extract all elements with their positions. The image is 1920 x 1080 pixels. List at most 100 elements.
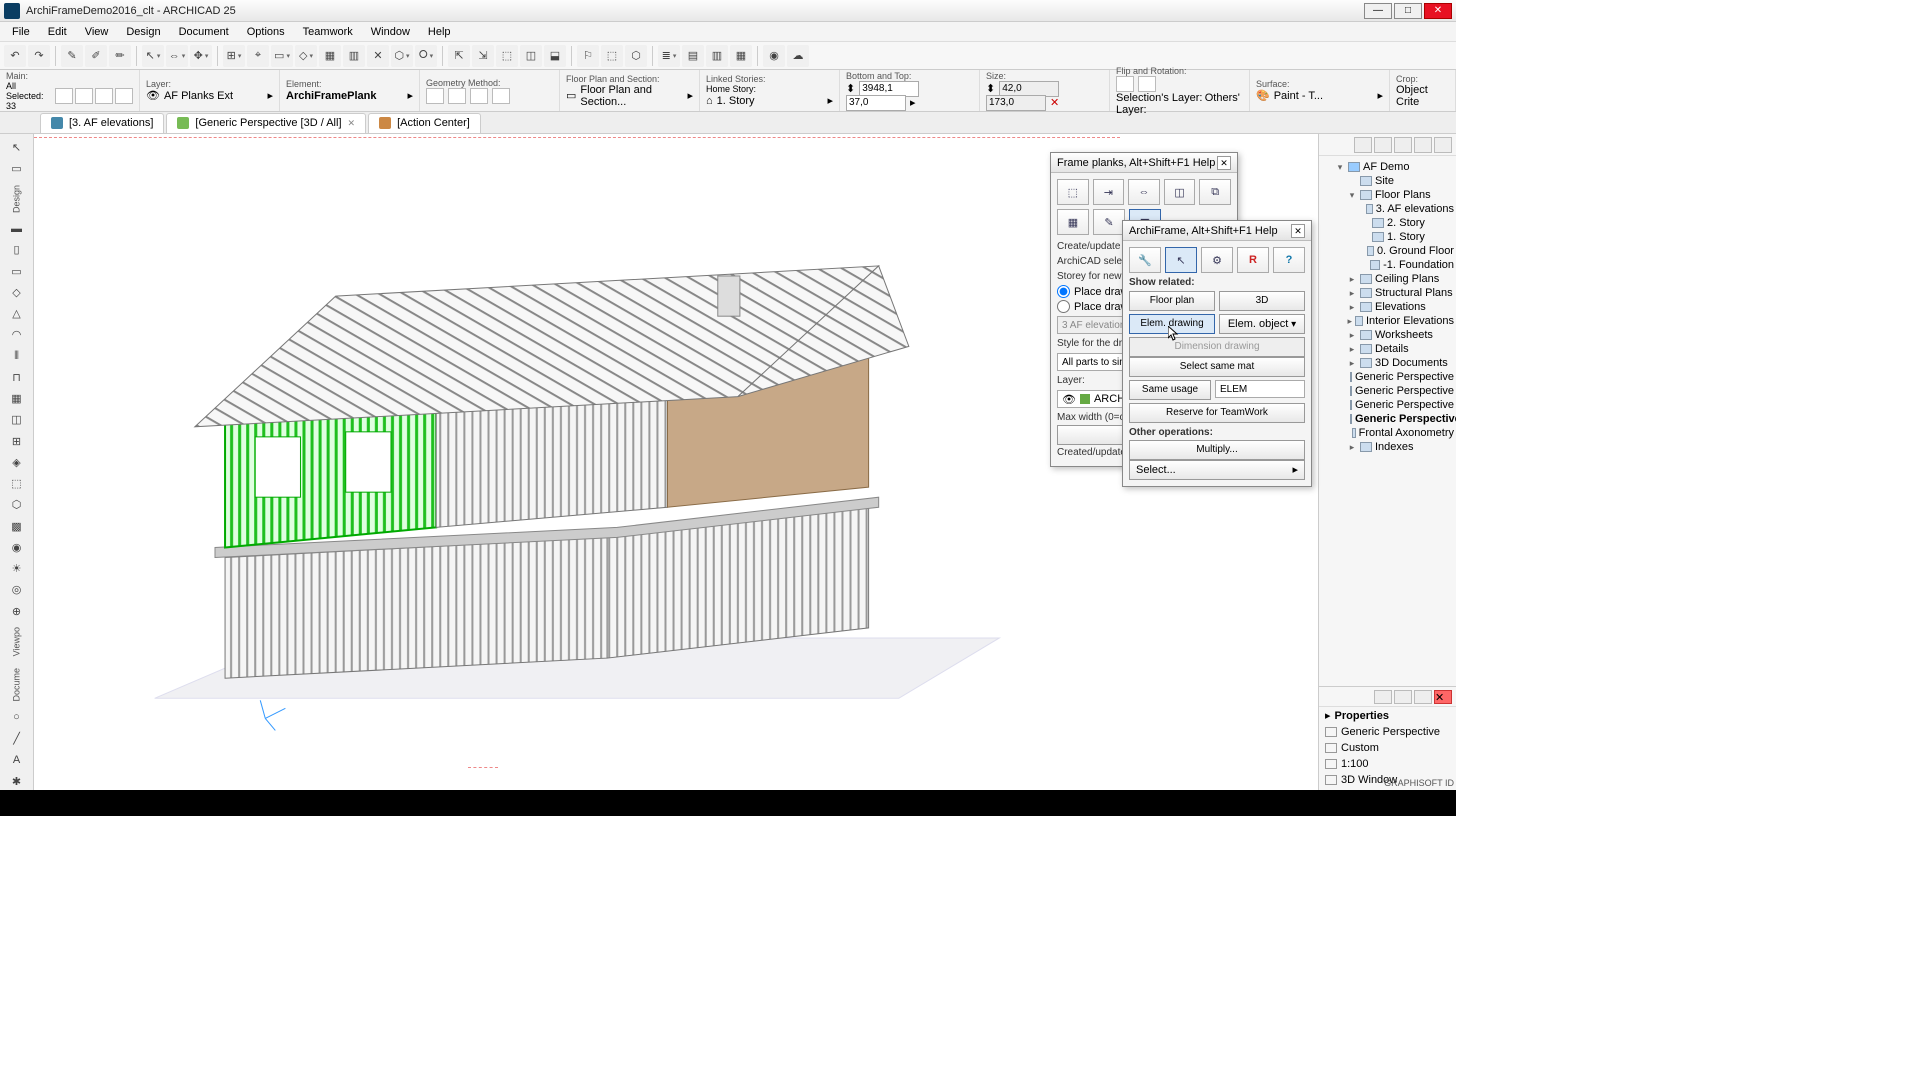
opening-tool[interactable]: ◎ [5, 581, 29, 599]
tab-elevations[interactable]: [3. AF elevations] [40, 113, 164, 133]
home-value[interactable]: 1. Story [717, 95, 755, 107]
mi-1[interactable] [55, 88, 73, 104]
maximize-button[interactable]: □ [1394, 3, 1422, 19]
menu-edit[interactable]: Edit [40, 24, 75, 40]
p1-ic-7[interactable]: ✎ [1093, 209, 1125, 235]
layer-value[interactable]: AF Planks Ext [164, 90, 233, 102]
pick-button[interactable]: ✎ [61, 45, 83, 67]
p2-ic-help[interactable]: ? [1273, 247, 1305, 273]
tool-e[interactable]: ⭘ [415, 45, 437, 67]
redo-button[interactable]: ↷ [28, 45, 50, 67]
link-d[interactable]: ◫ [520, 45, 542, 67]
object-tool[interactable]: ⬚ [5, 475, 29, 493]
prop-btn-2[interactable] [1394, 690, 1412, 704]
viewport-3d[interactable] [34, 134, 1120, 790]
size-v2[interactable] [986, 95, 1046, 111]
panel1-close-icon[interactable]: ✕ [1217, 156, 1231, 170]
stair-tool[interactable]: ⦀ [5, 347, 29, 365]
nav-gp1[interactable]: Generic Perspective [1321, 370, 1454, 384]
mesh-tool[interactable]: ▩ [5, 517, 29, 535]
nav-gp2[interactable]: Generic Perspective [1321, 384, 1454, 398]
p2-ic-gear[interactable]: ⚙ [1201, 247, 1233, 273]
brush-button[interactable]: ✏ [109, 45, 131, 67]
p1-ic-2[interactable]: ⇥ [1093, 179, 1125, 205]
prop-btn-1[interactable] [1374, 690, 1392, 704]
link-c[interactable]: ⬚ [496, 45, 518, 67]
window-tool[interactable]: ⊞ [5, 432, 29, 450]
arrow-dd[interactable]: ↖ [142, 45, 164, 67]
flag-b[interactable]: ⬚ [601, 45, 623, 67]
p2-selectsame[interactable]: Select same mat [1129, 357, 1305, 377]
layer-c[interactable]: ▦ [730, 45, 752, 67]
layer-dd[interactable]: ≣ [658, 45, 680, 67]
nav-interior[interactable]: ▸Interior Elevations [1321, 314, 1454, 328]
lamp-tool[interactable]: ☀ [5, 560, 29, 578]
p2-floorplan[interactable]: Floor plan [1129, 291, 1215, 311]
wall-tool[interactable]: ▬ [5, 220, 29, 238]
nav-worksheets[interactable]: ▸Worksheets [1321, 328, 1454, 342]
fps-value[interactable]: Floor Plan and Section... [580, 84, 683, 108]
mi-2[interactable] [75, 88, 93, 104]
bottom-v2[interactable] [846, 95, 906, 111]
curtain-tool[interactable]: ▦ [5, 390, 29, 408]
prop-btn-3[interactable] [1414, 690, 1432, 704]
tool-d[interactable]: ⬡ [391, 45, 413, 67]
p1-ic-1[interactable]: ⬚ [1057, 179, 1089, 205]
p1-ic-4[interactable]: ◫ [1164, 179, 1196, 205]
p2-reserve[interactable]: Reserve for TeamWork [1129, 403, 1305, 423]
beam-tool[interactable]: ▭ [5, 262, 29, 280]
tool-a[interactable]: ▦ [319, 45, 341, 67]
undo-button[interactable]: ↶ [4, 45, 26, 67]
p2-elem-input[interactable] [1215, 380, 1305, 398]
p1-ic-3[interactable]: ⇔ [1128, 179, 1160, 205]
grid-dd[interactable]: ⊞ [223, 45, 245, 67]
nav-structural[interactable]: ▸Structural Plans [1321, 286, 1454, 300]
nav-ceiling[interactable]: ▸Ceiling Plans [1321, 272, 1454, 286]
fl-1[interactable] [1116, 76, 1134, 92]
nav-fp-2[interactable]: 1. Story [1321, 230, 1454, 244]
minimize-button[interactable]: — [1364, 3, 1392, 19]
menu-document[interactable]: Document [171, 24, 237, 40]
slab-tool[interactable]: ◇ [5, 283, 29, 301]
misc-b[interactable]: ☁ [787, 45, 809, 67]
inject-button[interactable]: ✐ [85, 45, 107, 67]
eye-icon[interactable]: 👁 [146, 89, 160, 102]
snap-button[interactable]: ⌖ [247, 45, 269, 67]
close-button[interactable]: ✕ [1424, 3, 1452, 19]
grid-tool[interactable]: ⊕ [5, 602, 29, 620]
menu-window[interactable]: Window [363, 24, 418, 40]
p2-ic-arrow[interactable]: ↖ [1165, 247, 1197, 273]
nav-fp-1[interactable]: 2. Story [1321, 216, 1454, 230]
circle-tool[interactable]: ○ [5, 708, 29, 726]
more-tool[interactable]: ✱ [5, 772, 29, 790]
nav-floorplans[interactable]: ▾Floor Plans [1321, 188, 1454, 202]
menu-view[interactable]: View [77, 24, 117, 40]
column-tool[interactable]: ▯ [5, 241, 29, 259]
nav-gp4[interactable]: Generic Perspective [1321, 412, 1454, 426]
nav-btn-5[interactable] [1434, 137, 1452, 153]
nav-frontal[interactable]: Frontal Axonometry [1321, 426, 1454, 440]
p2-elemdraw[interactable]: Elem. drawing [1129, 314, 1215, 334]
link-a[interactable]: ⇱ [448, 45, 470, 67]
p1-ic-5[interactable]: ⧉ [1199, 179, 1231, 205]
p2-select[interactable]: Select...▸ [1129, 460, 1305, 480]
gm-4[interactable] [492, 88, 510, 104]
p1-ic-6[interactable]: ▦ [1057, 209, 1089, 235]
nav-details[interactable]: ▸Details [1321, 342, 1454, 356]
nav-elevations[interactable]: ▸Elevations [1321, 300, 1454, 314]
p2-ic-r[interactable]: R [1237, 247, 1269, 273]
skylight-tool[interactable]: ◈ [5, 453, 29, 471]
nav-root[interactable]: ▾AF Demo [1321, 160, 1454, 174]
menu-file[interactable]: File [4, 24, 38, 40]
flag-a[interactable]: ⚐ [577, 45, 599, 67]
tab-action-center[interactable]: [Action Center] [368, 113, 481, 133]
menu-options[interactable]: Options [239, 24, 293, 40]
nav-btn-2[interactable] [1374, 137, 1392, 153]
nav-fp-3[interactable]: 0. Ground Floor [1321, 244, 1454, 258]
layer-a[interactable]: ▤ [682, 45, 704, 67]
marquee-tool[interactable]: ▭ [5, 159, 29, 177]
nav-fp-0[interactable]: 3. AF elevations [1321, 202, 1454, 216]
mi-3[interactable] [95, 88, 113, 104]
p2-elemobj[interactable]: Elem. object ▾ [1219, 314, 1305, 334]
nav-3ddocs[interactable]: ▸3D Documents [1321, 356, 1454, 370]
